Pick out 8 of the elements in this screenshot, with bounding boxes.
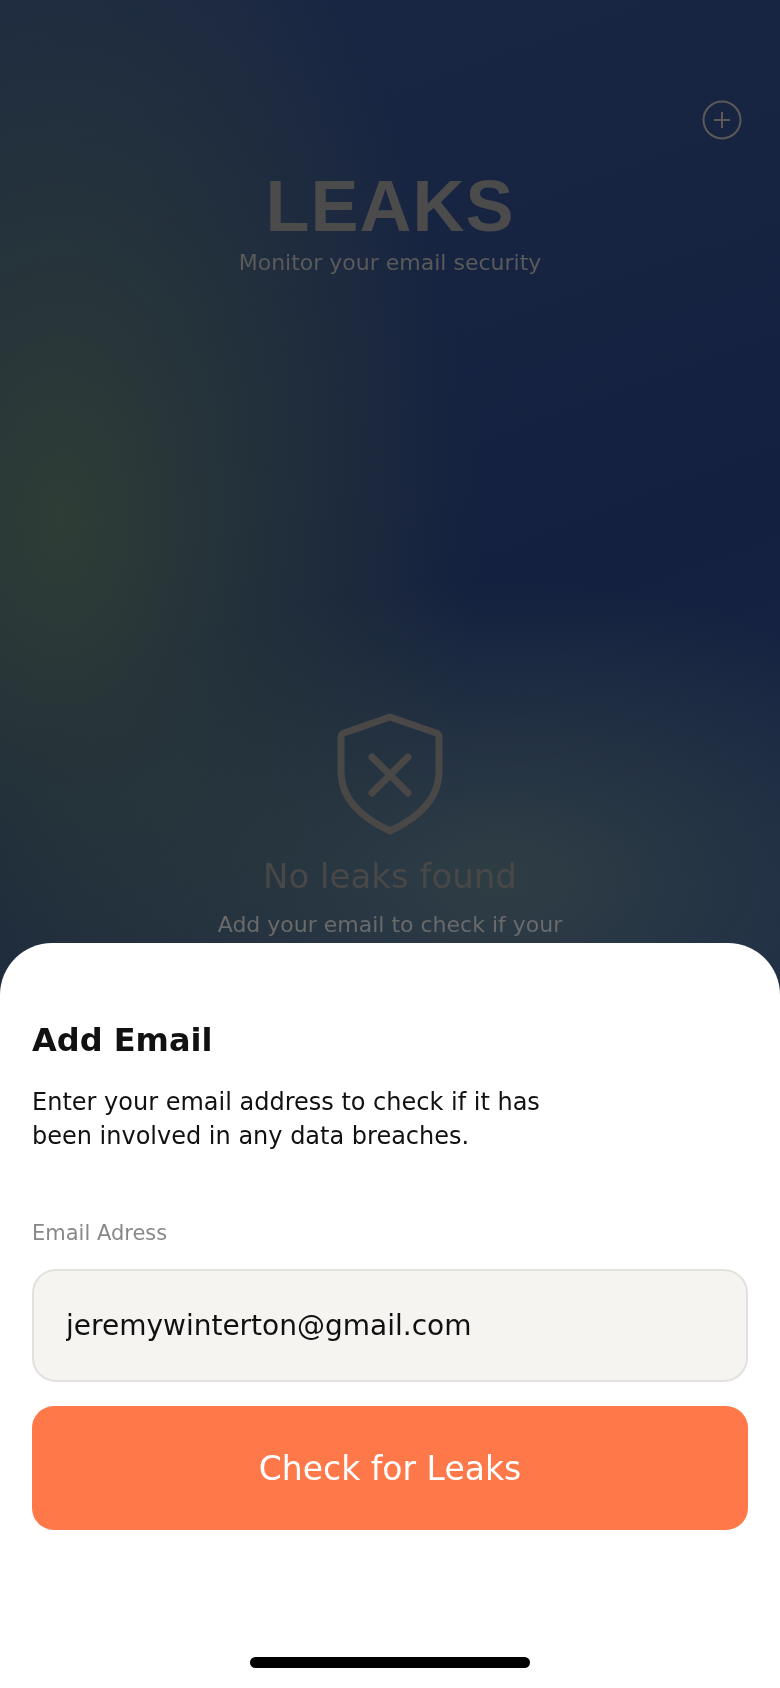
page-subtitle: Monitor your email security	[238, 250, 542, 275]
add-icon[interactable]	[702, 100, 742, 140]
shield-x-icon	[335, 712, 445, 836]
sheet-title: Add Email	[32, 1021, 214, 1059]
empty-state-text: Add your email to check if your	[217, 912, 563, 937]
field-label: Email Adress	[32, 1221, 169, 1245]
email-field[interactable]: jeremywinterton@gmail.com	[32, 1269, 748, 1382]
sheet-description: Enter your email address to check if it has been involved in any data breaches.	[32, 1087, 541, 1152]
